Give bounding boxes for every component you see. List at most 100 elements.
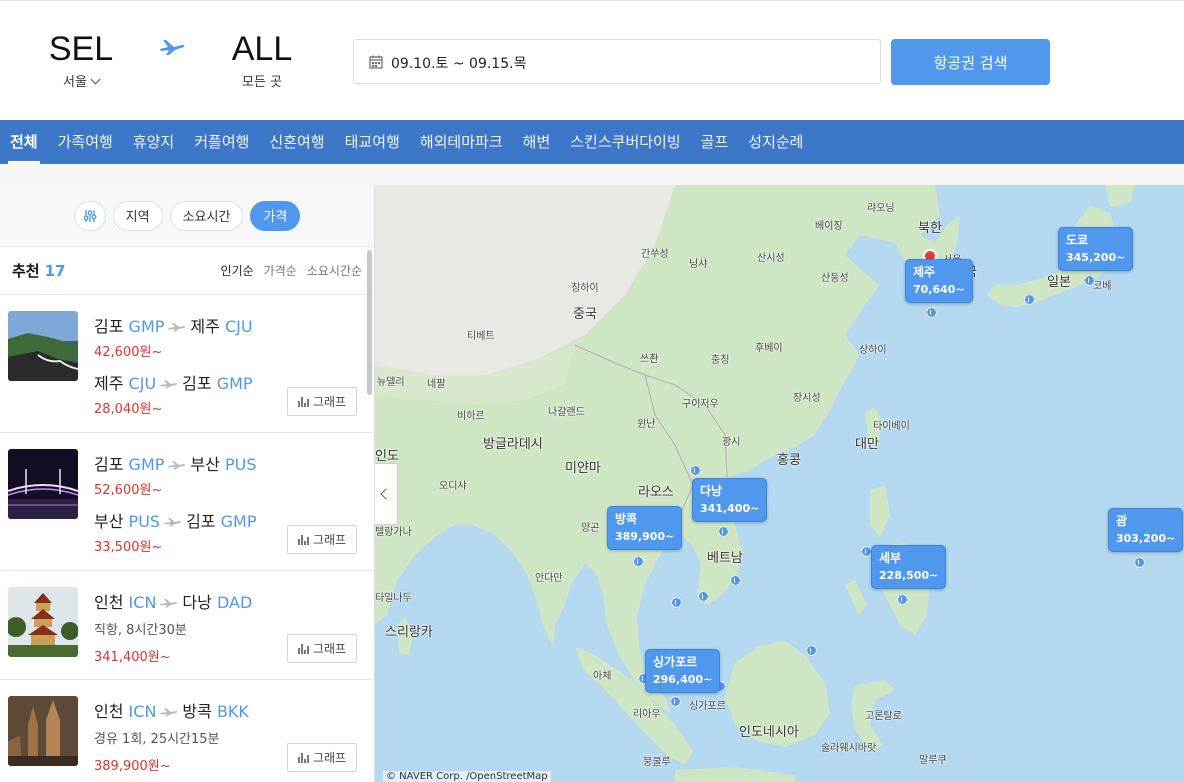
map-label: 장시성 xyxy=(793,393,821,404)
map-label: 랴오닝 xyxy=(867,203,895,214)
map-label: 간쑤성 xyxy=(641,249,669,260)
price-bubble-jeju[interactable]: 제주 70,640~ xyxy=(905,259,973,303)
list-item[interactable]: 인천 ICN 다낭 DAD 직항, 8시간30분 341,400원~ 그래프 xyxy=(0,571,374,680)
filter-duration-button[interactable]: 소요시간 xyxy=(169,200,244,231)
route-outbound: 인천 ICN 다낭 DAD xyxy=(94,593,253,612)
bar-chart-icon xyxy=(297,643,309,654)
price-return: 33,500원~ xyxy=(94,540,163,555)
airport-pin[interactable] xyxy=(1134,557,1145,568)
airport-pin[interactable] xyxy=(718,526,729,537)
sort-duration[interactable]: 소요시간순 xyxy=(307,262,362,279)
map-label: 네팔 xyxy=(427,379,446,390)
price-bubble-tokyo[interactable]: 도쿄 345,200~ xyxy=(1058,227,1134,271)
category-tab[interactable]: 태교여행 xyxy=(335,120,410,164)
category-tab[interactable]: 해변 xyxy=(513,120,561,164)
category-tab[interactable]: 성지순례 xyxy=(738,120,813,164)
airplane-icon[interactable] xyxy=(158,37,186,57)
map-label: 인도 xyxy=(375,449,399,464)
filter-settings-button[interactable] xyxy=(73,200,106,231)
airport-pin[interactable] xyxy=(1084,275,1095,286)
filter-region-button[interactable]: 지역 xyxy=(112,200,163,231)
map-label: 산시성 xyxy=(757,253,785,264)
price-outbound: 42,600원~ xyxy=(94,345,163,360)
category-tab[interactable]: 해외테마파크 xyxy=(410,120,513,164)
map-label: 광시 xyxy=(722,437,741,448)
origin-city: 서울 xyxy=(46,71,116,90)
airport-pin[interactable] xyxy=(690,465,701,476)
airport-pin[interactable] xyxy=(698,591,709,602)
bar-chart-icon xyxy=(297,396,309,407)
flight-info: 직항, 8시간30분 xyxy=(94,623,187,638)
category-tab[interactable]: 전체 xyxy=(0,120,48,164)
airport-pin[interactable] xyxy=(897,594,908,605)
airplane-icon xyxy=(160,708,178,717)
airplane-icon xyxy=(160,599,178,608)
airport-pin[interactable] xyxy=(730,575,741,586)
price-bubble-bangkok[interactable]: 방콕 389,900~ xyxy=(607,506,683,550)
map-label: 싱가포르 xyxy=(689,701,726,712)
map-label: 리아우 xyxy=(633,709,661,720)
route-return: 부산 PUS 김포 GMP xyxy=(94,512,257,531)
route-outbound: 인천 ICN 방콕 BKK xyxy=(94,702,249,721)
map-label: 말루쿠 xyxy=(919,755,947,766)
category-tab[interactable]: 골프 xyxy=(691,120,739,164)
airport-pin[interactable] xyxy=(806,645,817,656)
map-label: 아체 xyxy=(593,671,612,682)
map-label: 텔랑가나 xyxy=(375,527,412,538)
price-bubble-danang[interactable]: 다낭 341,400~ xyxy=(692,478,768,522)
price-outbound: 52,600원~ xyxy=(94,483,163,498)
sort-price[interactable]: 가격순 xyxy=(264,262,297,279)
sort-popular[interactable]: 인기순 xyxy=(221,262,254,279)
graph-button[interactable]: 그래프 xyxy=(287,387,357,416)
price-bubble-singapore[interactable]: 싱가포르 296,400~ xyxy=(645,649,721,693)
category-tab[interactable]: 스킨스쿠버다이빙 xyxy=(560,120,690,164)
map-label: 베이징 xyxy=(815,221,843,232)
category-tabs: 전체 가족여행 휴양지 커플여행 신혼여행 태교여행 해외테마파크 해변 스킨스쿠버다이빙 골프 성… xyxy=(0,120,1184,164)
destination-thumbnail xyxy=(8,696,78,766)
map-label: 인도네시아 xyxy=(739,725,799,740)
graph-button[interactable]: 그래프 xyxy=(287,525,357,554)
category-tab[interactable]: 가족여행 xyxy=(48,120,123,164)
map-label: 붕쿨루 xyxy=(643,757,671,768)
airport-pin[interactable] xyxy=(671,597,682,608)
map-label: 비하르 xyxy=(457,411,485,422)
airport-pin[interactable] xyxy=(926,307,937,318)
list-item[interactable]: 인천 ICN 방콕 BKK 경유 1회, 25시간15분 389,900원~ 그래… xyxy=(0,680,374,782)
panel-collapse-button[interactable] xyxy=(375,463,398,525)
map-label: 라오스 xyxy=(638,485,674,500)
divider xyxy=(0,164,1184,185)
destination-selector[interactable]: ALL 모든 곳 xyxy=(226,29,298,90)
category-tab[interactable]: 휴양지 xyxy=(123,120,184,164)
category-tab[interactable]: 신혼여행 xyxy=(259,120,334,164)
date-range-input[interactable]: 09.10.토 ~ 09.15.목 xyxy=(353,39,881,84)
filter-bar: 지역 소요시간 가격 xyxy=(0,185,374,247)
flight-search-button[interactable]: 항공권 검색 xyxy=(891,39,1050,85)
map-label: 닝샤 xyxy=(689,259,708,270)
search-header: SEL 서울 ALL 모든 곳 09.10.토 ~ 09.15.목 항공권 검색 xyxy=(0,0,1184,120)
list-item[interactable]: 김포 GMP 제주 CJU 42,600원~ 제주 CJU 김포 GMP 28,04… xyxy=(0,295,374,433)
airplane-icon xyxy=(168,323,186,332)
map-label: 후베이 xyxy=(755,343,783,354)
chevron-down-icon xyxy=(90,74,101,85)
airport-pin[interactable] xyxy=(670,696,681,707)
map-view[interactable]: 중국 티베트 네팔 뉴델리 비하르 나갈랜드 방글라데시 미얀마 오디샤 인도 … xyxy=(375,185,1184,782)
graph-button[interactable]: 그래프 xyxy=(287,743,357,772)
list-item[interactable]: 김포 GMP 부산 PUS 52,600원~ 부산 PUS 김포 GMP 33,50… xyxy=(0,433,374,571)
filter-price-button[interactable]: 가격 xyxy=(250,200,301,231)
category-tab[interactable]: 커플여행 xyxy=(184,120,259,164)
destination-city: 모든 곳 xyxy=(241,75,282,90)
price-bubble-guam[interactable]: 괌 303,200~ xyxy=(1108,508,1184,552)
route-outbound: 김포 GMP 부산 PUS xyxy=(94,455,257,474)
origin-selector[interactable]: SEL 서울 xyxy=(46,29,116,90)
map-label: 베트남 xyxy=(707,551,743,566)
map-label: 티베트 xyxy=(467,331,495,342)
calendar-icon xyxy=(369,55,383,69)
airport-pin[interactable] xyxy=(633,556,644,567)
airport-pin[interactable] xyxy=(1024,294,1035,305)
destination-thumbnail xyxy=(8,449,78,519)
price-bubble-cebu[interactable]: 세부 228,500~ xyxy=(871,545,947,589)
map-label: 타이베이 xyxy=(873,421,910,432)
result-list-panel: 지역 소요시간 가격 추천 17 인기순 가격순 소요시간순 김포 GMP 제주 … xyxy=(0,185,375,782)
map-label: 충칭 xyxy=(711,355,730,366)
graph-button[interactable]: 그래프 xyxy=(287,634,357,663)
